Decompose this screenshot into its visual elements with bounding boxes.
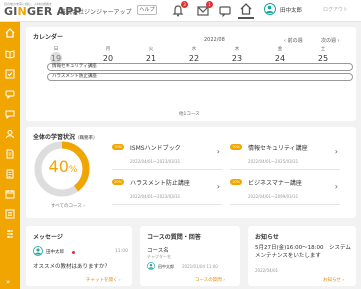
avatar	[33, 246, 43, 256]
message-card: メッセージ 田中太郎 11:00 オススメの教材はありますか？ チャットを開く …	[26, 226, 132, 286]
day-number[interactable]: 25	[313, 54, 333, 63]
help-button[interactable]: ヘルプ	[137, 5, 157, 15]
day-label: 土	[320, 47, 326, 52]
day-label: 木	[234, 47, 240, 52]
notice-body[interactable]: 5月27日(金)16:00～18:00 システムメンテナンスをいたします	[255, 245, 351, 260]
next-week-button[interactable]: 次の週 ›	[321, 37, 340, 44]
file-icon[interactable]	[5, 169, 15, 179]
chevron-right-icon: ›	[216, 182, 220, 191]
course-progress-pill: 10%	[230, 179, 242, 185]
checklist-icon[interactable]	[5, 69, 15, 79]
progress-percent: 40%	[48, 157, 78, 176]
calendar-month: 2022/08	[204, 37, 225, 43]
course-item[interactable]: 10% ビジネスマナー講座 2022/04/01～2099/03/31 ›	[230, 173, 340, 205]
notice-link[interactable]: お知らせ ›	[323, 277, 344, 283]
notification-badge: 3	[181, 1, 188, 8]
qa-datetime: 2021/01/04 11:00	[182, 264, 218, 269]
prev-week-button[interactable]: ‹ 前の週	[284, 37, 303, 44]
mail-icon[interactable]: 1	[196, 1, 213, 17]
home-icon[interactable]	[5, 28, 15, 38]
course-name: 情報セキュリティ講座	[248, 145, 308, 152]
book-icon[interactable]	[5, 49, 15, 59]
day-label: 金	[277, 47, 283, 52]
settings-icon[interactable]	[5, 229, 15, 239]
top-bar: 目の前の未来に挑む、人材の成長を GINGER APP 株式会社ジンジャーアップ…	[0, 0, 361, 22]
course-date: 2022/04/01～2023/03/31	[130, 194, 181, 199]
message-title: メッセージ	[33, 234, 63, 241]
day-label: 日	[53, 47, 59, 52]
course-date: 2022/04/01～2099/03/31	[248, 194, 299, 199]
expand-sidebar-icon[interactable]: »	[6, 278, 10, 286]
qa-course-name: コース名	[147, 248, 169, 254]
notice-card: お知らせ 5月27日(金)16:00～18:00 システムメンテナンスをいたしま…	[248, 226, 356, 286]
chevron-right-icon: ›	[334, 182, 338, 191]
course-item[interactable]: 70% 情報セキュリティ講座 2022/04/01～2025/03/31 ›	[230, 138, 340, 170]
course-date: 2022/04/01～2025/03/31	[248, 159, 299, 164]
day-number-today[interactable]: 19	[46, 54, 66, 63]
company-name: 株式会社ジンジャーアップ	[60, 9, 132, 16]
chat-icon[interactable]	[5, 89, 15, 99]
course-date: 2022/04/01～2023/03/31	[130, 159, 181, 164]
chat-icon[interactable]	[218, 3, 232, 18]
calendar-event[interactable]: ハラスメント防止講座	[47, 73, 353, 81]
more-courses-link[interactable]: 他1コース	[179, 111, 200, 117]
course-progress-pill: 70%	[230, 144, 242, 150]
day-number[interactable]: 21	[141, 54, 161, 63]
day-label: 月	[105, 47, 111, 52]
logout-link[interactable]: ログアウト	[323, 6, 348, 13]
qa-title: コースの質問・回答	[147, 234, 201, 241]
course-name: ISMSハンドブック	[130, 145, 181, 152]
avatar	[147, 262, 155, 270]
calendar-title: カレンダー	[33, 34, 64, 41]
message-sender: 田中太郎	[46, 250, 64, 255]
document-icon[interactable]	[5, 149, 15, 159]
day-label: 水	[191, 47, 197, 52]
calendar-event[interactable]: 情報セキュリティ講座	[47, 63, 353, 71]
course-item[interactable]: 70% ISMSハンドブック 2022/04/01～2023/03/31 ›	[112, 138, 222, 170]
learning-status-card: 全体の学習状況（職務率） 40% すべてのコース › 70% ISMSハンドブッ…	[26, 127, 356, 218]
course-qa-card: コースの質問・回答 コース名 チャプター名 田中太郎 2021/01/04 11…	[140, 226, 240, 286]
chevron-right-icon: ›	[334, 147, 338, 156]
qa-chapter: チャプター名	[147, 254, 171, 259]
open-chat-link[interactable]: チャットを開く ›	[86, 277, 121, 283]
course-progress-pill: 70%	[112, 144, 124, 150]
course-item[interactable]: 20% ハラスメント防止講座 2022/04/01～2023/03/31 ›	[112, 173, 222, 205]
message-icon[interactable]	[5, 109, 15, 119]
notice-date: 2022/04/01	[255, 268, 279, 273]
day-number[interactable]: 23	[227, 54, 247, 63]
unread-dot	[72, 251, 75, 254]
home-icon	[240, 3, 252, 15]
list-icon[interactable]	[5, 209, 15, 219]
day-label: 火	[148, 47, 154, 52]
day-number[interactable]: 24	[270, 54, 290, 63]
course-name: ビジネスマナー講座	[248, 180, 302, 187]
course-question-link[interactable]: コースの質問 ›	[195, 277, 225, 283]
user-name[interactable]: 田中太郎	[280, 6, 302, 14]
day-number[interactable]: 20	[98, 54, 118, 63]
home-tab[interactable]	[238, 1, 254, 19]
sidebar: »	[0, 22, 20, 289]
course-progress-pill: 20%	[112, 179, 124, 185]
calendar-icon[interactable]	[5, 189, 15, 199]
all-courses-link[interactable]: すべてのコース ›	[51, 203, 85, 209]
user-icon[interactable]	[5, 129, 15, 139]
avatar[interactable]	[264, 3, 276, 15]
course-name: ハラスメント防止講座	[130, 180, 190, 187]
message-time: 11:00	[115, 249, 128, 254]
message-body[interactable]: オススメの教材はありますか？	[33, 262, 110, 270]
message-badge: 1	[206, 1, 213, 8]
chevron-right-icon: ›	[216, 147, 220, 156]
day-number[interactable]: 22	[184, 54, 204, 63]
notice-title: お知らせ	[255, 234, 279, 241]
calendar-card: カレンダー 2022/08 ‹ 前の週 次の週 › 日 月 火 水 木 金 土 …	[26, 27, 356, 121]
qa-sender: 田中太郎	[158, 264, 174, 269]
bell-icon[interactable]: 3	[171, 1, 188, 17]
